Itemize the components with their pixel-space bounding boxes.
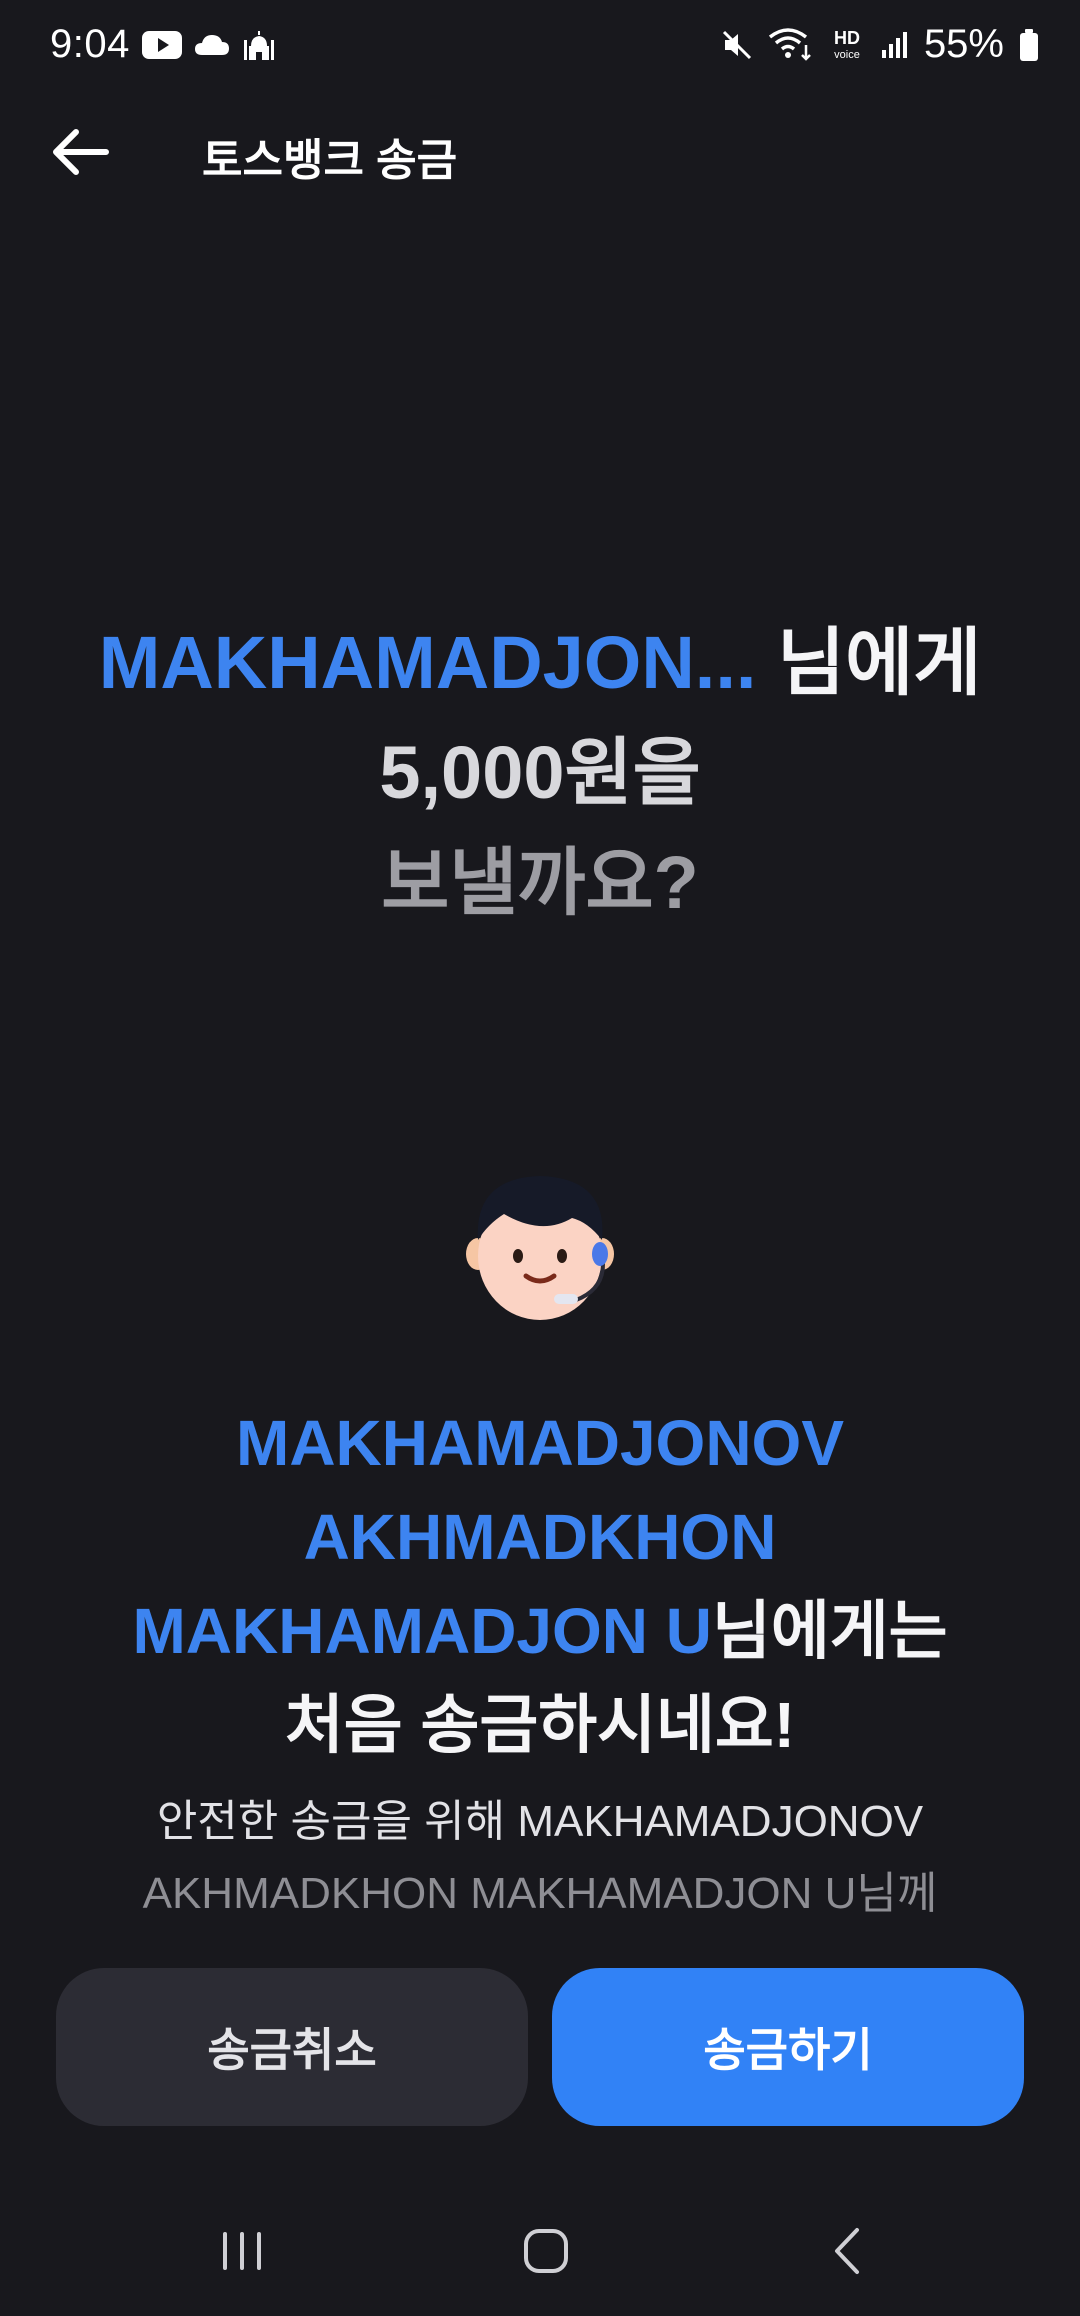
mosque-icon	[242, 28, 276, 62]
home-icon	[524, 2229, 568, 2273]
status-bar: 9:04 HD voice 55%	[0, 0, 1080, 96]
safety-description-line2: AKHMADKHON MAKHAMADJON U님께	[142, 1869, 938, 1918]
battery-percent: 55%	[923, 22, 1004, 66]
wifi-icon	[768, 27, 814, 63]
cloud-icon	[194, 33, 230, 57]
cancel-transfer-button[interactable]: 송금취소	[56, 1968, 528, 2126]
recipient-full-name-line3: MAKHAMADJON U님에게는	[0, 1584, 1080, 1678]
status-right: HD voice 55%	[720, 22, 1040, 67]
arrow-left-icon	[53, 129, 109, 175]
back-nav-icon	[835, 2228, 859, 2274]
recent-apps-button[interactable]	[202, 2216, 282, 2286]
youtube-icon	[141, 30, 182, 60]
headline-recipient-line: MAKHAMADJON... 님에게	[0, 608, 1080, 718]
status-left: 9:04	[50, 22, 276, 67]
transfer-amount: 5,000원을	[379, 731, 701, 814]
safety-description: 안전한 송금을 위해 MAKHAMADJONOV AKHMADKHON MAKH…	[0, 1786, 1080, 1930]
hd-voice-icon: HD voice	[828, 27, 866, 63]
app-header: 토스뱅크 송금	[0, 96, 1080, 206]
page-title: 토스뱅크 송금	[202, 136, 458, 185]
signal-icon	[880, 30, 910, 60]
home-button[interactable]	[506, 2216, 586, 2286]
mute-icon	[720, 28, 754, 62]
send-transfer-button[interactable]: 송금하기	[552, 1968, 1024, 2126]
safety-description-line1: 안전한 송금을 위해 MAKHAMADJONOV	[156, 1797, 924, 1846]
system-nav-bar	[0, 2190, 1080, 2306]
recipient-name-tail: MAKHAMADJON U	[132, 1595, 712, 1667]
recent-apps-icon	[223, 2232, 261, 2270]
transfer-question: 보낼까요?	[381, 841, 699, 924]
back-nav-button[interactable]	[808, 2216, 888, 2286]
voice-text: voice	[834, 49, 860, 61]
hd-text: HD	[834, 28, 860, 48]
first-transfer-message: 처음 송금하시네요!	[284, 1689, 796, 1761]
recipient-suffix: 님에게	[756, 621, 982, 704]
back-button[interactable]	[42, 114, 118, 190]
recipient-full-name-line1: MAKHAMADJONOV	[236, 1407, 844, 1479]
battery-icon	[1018, 28, 1040, 62]
recipient-full-name-line2: AKHMADKHON	[303, 1501, 777, 1573]
first-transfer-notice: MAKHAMADJONOV AKHMADKHON MAKHAMADJON U님에…	[0, 1396, 1080, 1930]
recipient-name-short: MAKHAMADJON...	[98, 621, 757, 704]
transfer-headline: MAKHAMADJON... 님에게 5,000원을 보낼까요?	[0, 608, 1080, 938]
recipient-name-suffix: 님에게는	[712, 1595, 948, 1667]
status-time: 9:04	[50, 22, 130, 66]
support-agent-avatar-icon	[462, 1170, 618, 1326]
